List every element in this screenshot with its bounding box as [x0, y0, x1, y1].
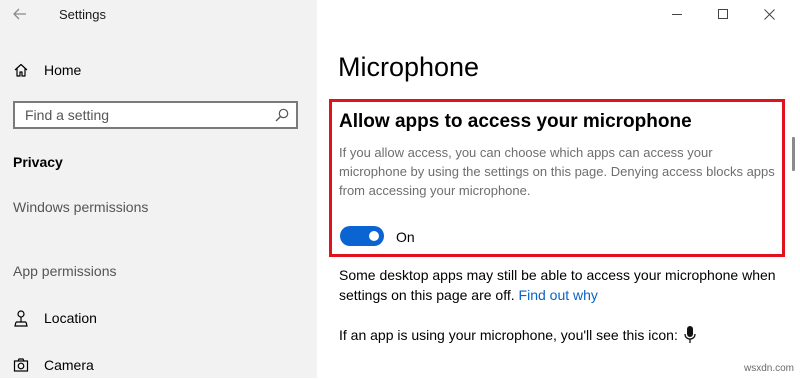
microphone-access-toggle[interactable]	[340, 226, 384, 246]
toggle-knob	[369, 231, 379, 241]
maximize-button[interactable]	[700, 4, 746, 24]
main-content: Microphone Allow apps to access your mic…	[317, 0, 800, 378]
desktop-apps-note: Some desktop apps may still be able to a…	[339, 265, 784, 305]
allow-access-heading: Allow apps to access your microphone	[339, 111, 692, 132]
icon-note: If an app is using your microphone, you'…	[339, 327, 678, 343]
search-box[interactable]	[13, 101, 298, 129]
sidebar-item-camera[interactable]: Camera	[0, 350, 317, 380]
minimize-button[interactable]	[654, 4, 700, 24]
nav-home[interactable]: Home	[0, 55, 317, 85]
section-title: Privacy	[13, 154, 63, 170]
page-title: Microphone	[338, 52, 480, 82]
scrollbar[interactable]	[792, 137, 795, 171]
app-permissions-label: App permissions	[13, 263, 117, 279]
nav-home-label: Home	[44, 62, 82, 78]
home-icon	[12, 61, 30, 79]
minimize-icon	[671, 13, 682, 15]
allow-access-description: If you allow access, you can choose whic…	[339, 145, 775, 198]
sidebar-item-location-label: Location	[44, 310, 97, 326]
search-input[interactable]	[15, 103, 275, 127]
find-out-why-link[interactable]: Find out why	[519, 287, 598, 303]
back-arrow-icon	[13, 8, 26, 20]
windows-permissions-label: Windows permissions	[13, 199, 149, 215]
app-title: Settings	[59, 7, 106, 22]
sidebar-item-camera-label: Camera	[44, 357, 94, 373]
maximize-icon	[717, 8, 728, 19]
camera-icon	[12, 356, 30, 374]
search-icon[interactable]	[274, 107, 290, 123]
close-icon	[763, 8, 775, 20]
watermark: wsxdn.com	[743, 363, 794, 374]
close-button[interactable]	[746, 4, 792, 24]
sidebar-item-location[interactable]: Location	[0, 303, 317, 333]
sidebar: Settings Home Privacy Windows permission…	[0, 0, 317, 378]
microphone-icon	[684, 326, 696, 343]
toggle-state-label: On	[396, 229, 415, 245]
location-pin-icon	[12, 309, 30, 327]
back-button[interactable]	[6, 4, 34, 24]
window-controls	[654, 4, 792, 24]
